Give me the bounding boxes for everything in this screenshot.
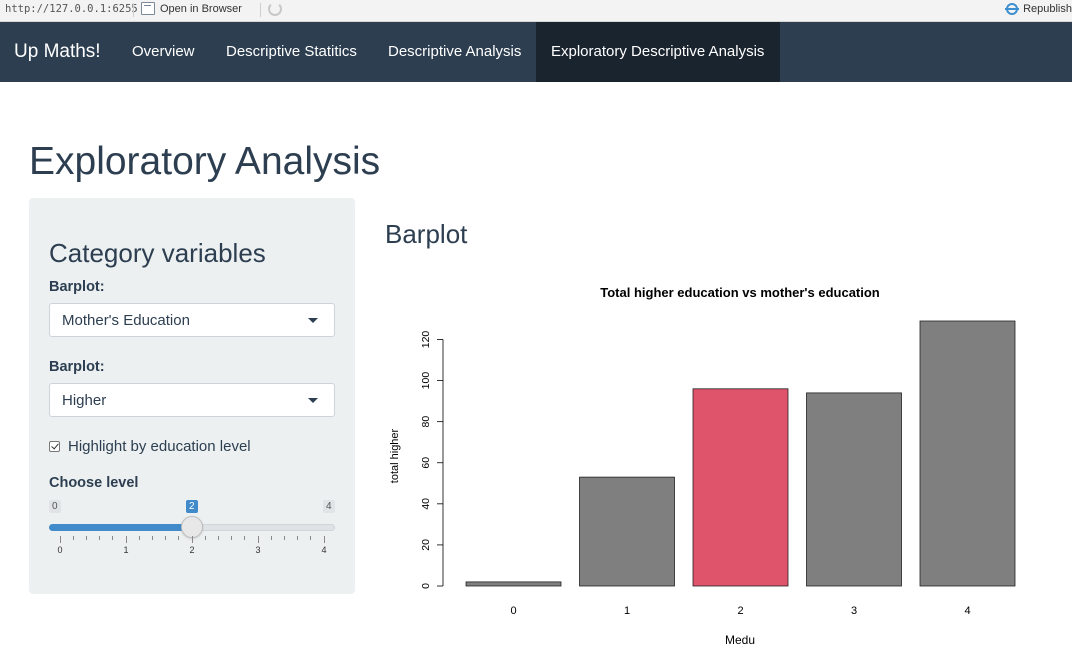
slider-tick bbox=[192, 536, 193, 543]
slider-tick bbox=[60, 536, 61, 543]
publish-icon bbox=[1005, 3, 1020, 15]
select2-value: Higher bbox=[62, 392, 107, 409]
slider-tick-label: 2 bbox=[189, 545, 195, 555]
slider-tick bbox=[324, 536, 325, 543]
y-tick-label: 60 bbox=[420, 457, 432, 469]
slider-tick bbox=[231, 536, 232, 540]
open-window-icon bbox=[141, 2, 155, 15]
republish-label: Republish bbox=[1023, 3, 1072, 15]
slider-tick bbox=[178, 536, 179, 540]
slider-min-badge: 0 bbox=[49, 500, 61, 513]
slider-tick-label: 3 bbox=[255, 545, 261, 555]
y-axis: 0 20 40 60 80 100 120 bbox=[420, 331, 444, 589]
slider-tick bbox=[205, 536, 206, 540]
barplot-variable-select[interactable]: Mother's Education bbox=[49, 303, 335, 337]
chart-title: Total higher education vs mother's educa… bbox=[600, 285, 880, 300]
open-in-browser-label: Open in Browser bbox=[160, 2, 242, 15]
slider-tick-label: 0 bbox=[57, 545, 63, 555]
slider-tick bbox=[152, 536, 153, 540]
republish-button[interactable]: Republish bbox=[1005, 2, 1072, 16]
bar-1 bbox=[579, 476, 675, 587]
y-axis-label: total higher bbox=[389, 428, 401, 483]
barplot-chart: Total higher education vs mother's educa… bbox=[389, 285, 1016, 647]
open-in-browser-button[interactable]: Open in Browser bbox=[141, 2, 242, 15]
tab-descriptive-analysis[interactable]: Descriptive Analysis bbox=[373, 22, 536, 82]
viewer-url: http://127.0.0.1:6255 bbox=[5, 3, 138, 15]
tab-descriptive-statistics[interactable]: Descriptive Statitics bbox=[211, 22, 372, 82]
slider-fill bbox=[49, 524, 192, 531]
viewer-toolbar: http://127.0.0.1:6255 Open in Browser Re… bbox=[0, 0, 1072, 22]
x-axis-label: Medu bbox=[725, 633, 755, 647]
slider-tick bbox=[99, 536, 100, 540]
highlight-checkbox[interactable]: Highlight by education level bbox=[49, 438, 251, 455]
slider-tick bbox=[297, 536, 298, 540]
x-tick-label: 1 bbox=[624, 605, 630, 617]
slider-tick bbox=[112, 536, 113, 540]
slider-tick bbox=[126, 536, 127, 543]
y-tick-label: 0 bbox=[420, 583, 432, 589]
select1-label: Barplot: bbox=[49, 279, 105, 295]
slider-tick bbox=[218, 536, 219, 540]
bars-group bbox=[465, 320, 1016, 587]
x-tick-label: 3 bbox=[851, 605, 857, 617]
checkbox-checked-icon[interactable] bbox=[49, 441, 60, 452]
barplot-response-select[interactable]: Higher bbox=[49, 383, 335, 417]
slider-tick bbox=[86, 536, 87, 540]
main-panel-title: Barplot bbox=[385, 219, 468, 249]
x-axis-labels: 0 1 2 3 4 bbox=[510, 605, 970, 617]
slider-tick bbox=[165, 536, 166, 540]
sidebar-panel: Category variables Barplot: Mother's Edu… bbox=[29, 198, 355, 594]
slider-tick-label: 4 bbox=[321, 545, 327, 555]
x-tick-label: 2 bbox=[737, 605, 743, 617]
y-tick-label: 100 bbox=[420, 372, 432, 390]
select2-label: Barplot: bbox=[49, 359, 105, 375]
bar-3 bbox=[806, 392, 902, 587]
chevron-down-icon bbox=[308, 398, 318, 403]
app-brand[interactable]: Up Maths! bbox=[14, 22, 101, 82]
toolbar-divider bbox=[260, 3, 261, 17]
slider-value-badge: 2 bbox=[186, 500, 198, 513]
bar-4 bbox=[919, 320, 1016, 587]
slider-tick bbox=[139, 536, 140, 540]
toolbar-divider bbox=[133, 3, 134, 17]
sidebar-title: Category variables bbox=[49, 238, 266, 268]
slider-tick bbox=[284, 536, 285, 540]
y-tick-label: 40 bbox=[420, 498, 432, 510]
navbar: Up Maths! Overview Descriptive Statitics… bbox=[0, 22, 1072, 82]
page-title: Exploratory Analysis bbox=[29, 140, 381, 183]
chevron-down-icon bbox=[308, 318, 318, 323]
slider-tick bbox=[258, 536, 259, 543]
tab-exploratory-descriptive-analysis[interactable]: Exploratory Descriptive Analysis bbox=[536, 22, 780, 82]
slider-tick bbox=[310, 536, 311, 540]
y-tick-label: 80 bbox=[420, 416, 432, 428]
slider-tick bbox=[271, 536, 272, 540]
bar-0 bbox=[465, 581, 562, 587]
highlight-checkbox-label: Highlight by education level bbox=[68, 438, 251, 455]
slider-label: Choose level bbox=[49, 475, 139, 491]
slider-ticks: 0 1 2 3 4 bbox=[49, 536, 335, 556]
bar-2 bbox=[692, 388, 789, 587]
y-tick-label: 120 bbox=[420, 331, 432, 349]
x-tick-label: 0 bbox=[510, 605, 516, 617]
slider-tick bbox=[73, 536, 74, 540]
slider-handle[interactable] bbox=[181, 516, 203, 538]
select1-value: Mother's Education bbox=[62, 312, 190, 329]
x-tick-label: 4 bbox=[964, 605, 970, 617]
slider-tick bbox=[244, 536, 245, 540]
slider-max-badge: 4 bbox=[323, 500, 335, 513]
tab-overview[interactable]: Overview bbox=[117, 22, 210, 82]
y-tick-label: 20 bbox=[420, 539, 432, 551]
refresh-icon[interactable] bbox=[268, 2, 282, 16]
slider-tick-label: 1 bbox=[123, 545, 129, 555]
